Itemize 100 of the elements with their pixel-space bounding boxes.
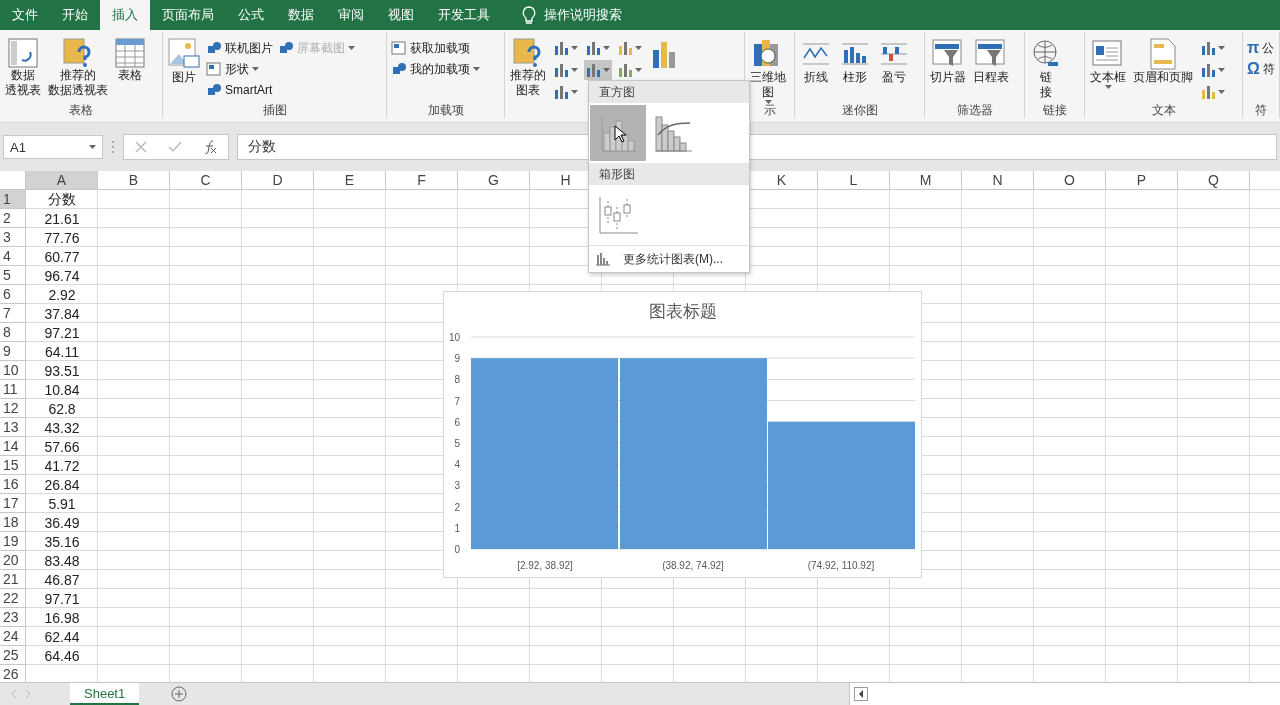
column-header[interactable]: A — [26, 171, 98, 190]
row-header[interactable]: 8 — [0, 323, 26, 342]
ribbon-button[interactable]: 日程表 — [970, 36, 1012, 87]
ribbon-button[interactable]: 折线 — [797, 36, 835, 87]
add-sheet-icon[interactable] — [171, 686, 188, 702]
menu-section-title: 直方图 — [589, 81, 749, 103]
ribbon-button[interactable]: 柱形 — [836, 36, 874, 87]
row-header[interactable]: 20 — [0, 551, 26, 570]
chart-type-option[interactable] — [590, 105, 646, 161]
ribbon-button[interactable]: 切片器 — [927, 36, 969, 87]
table-cell-text: 62.44 — [43, 627, 81, 646]
row-header[interactable]: 14 — [0, 437, 26, 456]
ribbon-tab[interactable]: 数据 — [276, 0, 326, 30]
row-header[interactable]: 22 — [0, 589, 26, 608]
pivot-table-icon — [8, 38, 38, 68]
axis-tick-label: 7 — [454, 395, 460, 407]
row-header[interactable]: 15 — [0, 456, 26, 475]
mouse-pointer-icon — [614, 125, 626, 143]
caret-icon — [571, 46, 578, 50]
row-header[interactable]: 26 — [0, 665, 26, 682]
group-label: 符 — [1253, 102, 1268, 118]
ribbon-button[interactable]: 数据 透视表 — [2, 36, 44, 100]
row-header[interactable]: 18 — [0, 513, 26, 532]
ribbon-tab[interactable]: 文件 — [0, 0, 50, 30]
caret-icon — [1218, 68, 1225, 72]
row-header[interactable]: 9 — [0, 342, 26, 361]
row-header[interactable]: 13 — [0, 418, 26, 437]
ribbon-button[interactable]: 图片 — [165, 36, 203, 87]
column-header[interactable]: Q — [1178, 171, 1250, 190]
ribbon-tab[interactable]: 视图 — [376, 0, 426, 30]
horizontal-scrollbar[interactable] — [849, 683, 1280, 705]
ribbon-tab[interactable]: 页面布局 — [150, 0, 226, 30]
row-header[interactable]: 23 — [0, 608, 26, 627]
ribbon-button[interactable]: 链 接 — [1027, 36, 1065, 102]
row-header[interactable]: 7 — [0, 304, 26, 323]
ribbon-button[interactable]: 联机图片 — [206, 38, 273, 58]
column-header[interactable]: C — [170, 171, 242, 190]
row-header[interactable]: 19 — [0, 532, 26, 551]
chart-area[interactable]: 图表标题 0 1 2 3 4 5 6 7 8 9 10 [2.92, 38.92] (38.92, 74.92] (74.92, 110.92] — [443, 291, 922, 578]
question-mark-icon — [513, 38, 543, 68]
row-header[interactable]: 3 — [0, 228, 26, 247]
ribbon-tab[interactable]: 开发工具 — [426, 0, 502, 30]
axis-tick-label: 9 — [454, 353, 460, 365]
ribbon-button[interactable]: 形状 — [206, 59, 273, 79]
ribbon-button[interactable]: 我的加载项 — [391, 59, 480, 79]
ribbon-tab[interactable]: 审阅 — [326, 0, 376, 30]
row-header[interactable]: 6 — [0, 285, 26, 304]
row-header[interactable]: 5 — [0, 266, 26, 285]
ribbon-button[interactable]: 推荐的 图表 — [507, 36, 549, 100]
row-header[interactable]: 24 — [0, 627, 26, 646]
ribbon-button[interactable]: 页眉和页脚 — [1130, 36, 1196, 87]
ribbon-button[interactable]: Ω 符 — [1247, 59, 1275, 79]
chart-type-button[interactable] — [584, 60, 612, 80]
table-cell-text: 96.74 — [43, 266, 81, 285]
row-header[interactable]: 16 — [0, 475, 26, 494]
menu-item[interactable]: 更多统计图表(M)... — [589, 245, 749, 272]
statistic-chart-icon — [595, 252, 611, 266]
table-cell-text: 37.84 — [43, 304, 81, 323]
menu-section-title: 箱形图 — [589, 163, 749, 185]
column-header[interactable]: D — [242, 171, 314, 190]
row-header[interactable]: 2 — [0, 209, 26, 228]
table-cell-text: 35.16 — [43, 532, 81, 551]
column-header[interactable]: N — [962, 171, 1034, 190]
ribbon-button[interactable]: 推荐的 数据透视表 — [45, 36, 111, 100]
row-header[interactable]: 4 — [0, 247, 26, 266]
ribbon-button[interactable]: π 公 — [1247, 38, 1275, 58]
table-cell-text: 60.77 — [43, 247, 81, 266]
tell-me-search[interactable]: 操作说明搜索 — [522, 0, 622, 30]
column-header[interactable]: M — [890, 171, 962, 190]
column-header[interactable]: O — [1034, 171, 1106, 190]
chart-type-icon — [618, 40, 634, 56]
row-header[interactable]: 1 — [0, 190, 26, 209]
ribbon-button[interactable]: 文本框 — [1087, 36, 1129, 91]
check-icon[interactable] — [168, 141, 182, 153]
name-box[interactable]: A1 — [3, 135, 103, 159]
chart-type-icon — [586, 40, 602, 56]
caret-icon — [252, 67, 259, 71]
column-header[interactable]: E — [314, 171, 386, 190]
row-header[interactable]: 25 — [0, 646, 26, 665]
sheet-tab[interactable]: Sheet1 — [70, 683, 140, 705]
ribbon-button[interactable]: 盈亏 — [875, 36, 913, 87]
row-header[interactable]: 11 — [0, 380, 26, 399]
column-header[interactable]: B — [98, 171, 170, 190]
column-header[interactable]: P — [1106, 171, 1178, 190]
row-header[interactable]: 12 — [0, 399, 26, 418]
ribbon-button[interactable]: SmartArt — [206, 80, 273, 100]
row-header[interactable]: 17 — [0, 494, 26, 513]
caret-icon — [603, 68, 610, 72]
column-header[interactable]: G — [458, 171, 530, 190]
ribbon-button[interactable]: 获取加载项 — [391, 38, 480, 58]
ribbon-tab[interactable]: 开始 — [50, 0, 100, 30]
ribbon-tab[interactable]: 插入 — [100, 0, 150, 30]
ribbon-tab[interactable]: 公式 — [226, 0, 276, 30]
function-icon[interactable] — [203, 140, 218, 154]
row-header[interactable]: 21 — [0, 570, 26, 589]
ribbon-button[interactable]: 表格 — [112, 36, 148, 85]
column-header[interactable]: F — [386, 171, 458, 190]
column-header[interactable]: L — [818, 171, 890, 190]
chart-type-icon — [554, 84, 570, 100]
row-header[interactable]: 10 — [0, 361, 26, 380]
